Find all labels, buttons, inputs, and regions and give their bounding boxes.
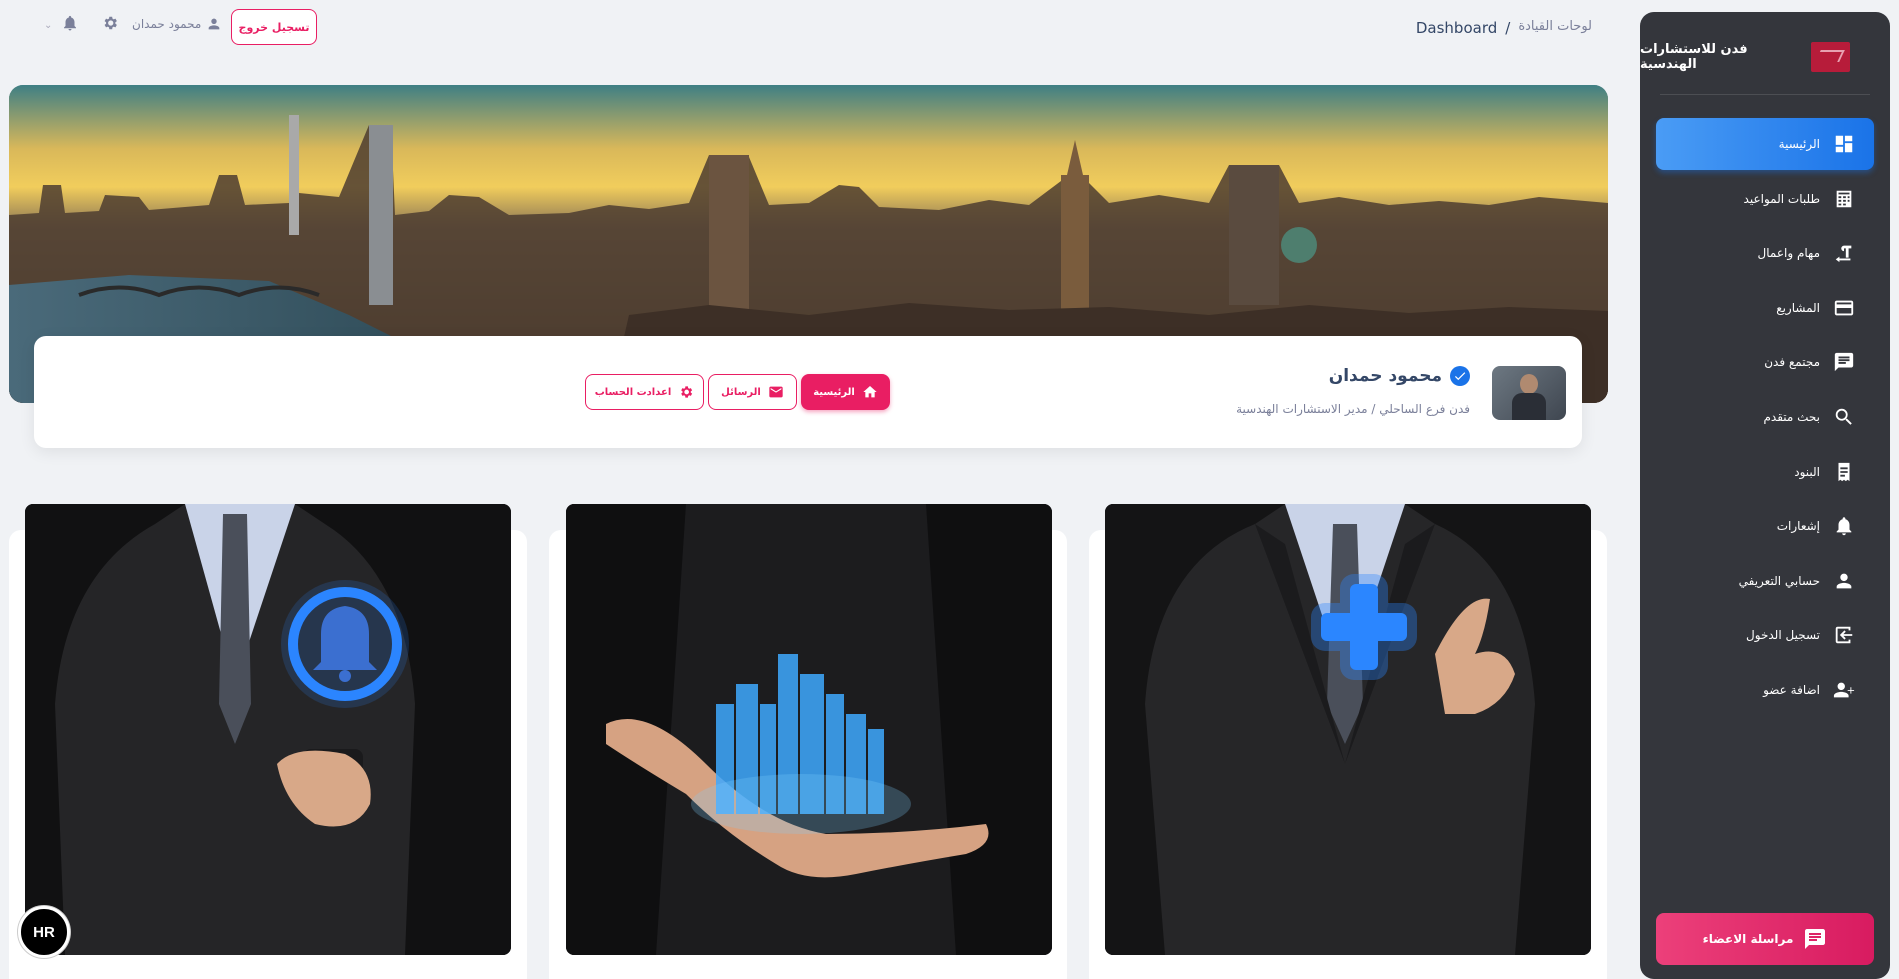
logout-button[interactable]: تسجيل خروج: [231, 9, 317, 45]
message-members-button[interactable]: مراسلة الاعضاء: [1656, 913, 1874, 965]
card-image-businessman-bell[interactable]: [25, 504, 511, 955]
sidebar-item-label: بحث متقدم: [1763, 409, 1820, 424]
sidebar-divider: [1660, 94, 1870, 95]
brand-logo: [1810, 42, 1850, 72]
verified-icon: [1450, 366, 1470, 386]
card-image-businessman-plus[interactable]: [1105, 504, 1591, 955]
chat-icon: [1832, 350, 1856, 374]
members-button-label: مراسلة الاعضاء: [1702, 932, 1794, 946]
sidebar-item-community[interactable]: مجتمع فدن: [1656, 336, 1874, 388]
gear-icon[interactable]: [101, 14, 119, 32]
home-icon: [863, 386, 877, 398]
messages-button[interactable]: الرسائل: [708, 374, 797, 410]
sidebar-item-label: المشاريع: [1776, 300, 1820, 315]
hr-logo-badge[interactable]: HR: [18, 906, 70, 958]
sidebar-item-items[interactable]: البنود: [1656, 446, 1874, 498]
login-icon: [1832, 623, 1856, 647]
sidebar-nav: الرئيسية طلبات المواعيد مهام واعمال المش…: [1656, 118, 1874, 719]
sidebar-item-add-member[interactable]: اضافة عضو: [1656, 664, 1874, 716]
sidebar-item-search[interactable]: بحث متقدم: [1656, 391, 1874, 443]
gear-icon: [681, 386, 693, 398]
sidebar: فدن للاستشارات الهندسية الرئيسية طلبات ا…: [1640, 12, 1890, 979]
sidebar-item-label: مهام واعمال: [1757, 246, 1820, 261]
home-button[interactable]: الرئيسية: [801, 374, 890, 410]
sidebar-item-label: حسابي التعريفي: [1738, 573, 1820, 588]
sidebar-item-home[interactable]: الرئيسية: [1656, 118, 1874, 170]
bell-icon: [1832, 514, 1856, 538]
sidebar-item-login[interactable]: تسجيل الدخول: [1656, 609, 1874, 661]
search-icon: [1832, 405, 1856, 429]
user-menu[interactable]: محمود حمدان: [132, 16, 222, 32]
sidebar-item-label: البنود: [1794, 464, 1820, 479]
breadcrumb-root[interactable]: لوحات القيادة: [1518, 19, 1592, 37]
account-settings-label: اعدادت الحساب: [594, 386, 672, 398]
sidebar-item-notifications[interactable]: إشعارات: [1656, 500, 1874, 552]
sidebar-item-label: الرئيسية: [1778, 137, 1820, 151]
chevron-down-icon[interactable]: ⌄: [44, 20, 52, 31]
sidebar-item-label: تسجيل الدخول: [1746, 628, 1820, 643]
account-settings-button[interactable]: اعدادت الحساب: [585, 374, 704, 410]
chat-icon: [1805, 929, 1826, 949]
dashboard-icon: [1832, 132, 1856, 156]
profile-name: محمود حمدان: [1328, 366, 1442, 386]
brand[interactable]: فدن للاستشارات الهندسية: [1640, 42, 1850, 72]
profile-name-row: محمود حمدان: [1329, 366, 1470, 386]
card-icon: [1832, 296, 1856, 320]
messages-button-label: الرسائل: [721, 386, 761, 398]
profile-card: محمود حمدان فدن فرع الساحلي / مدير الاست…: [34, 336, 1582, 448]
brand-name: فدن للاستشارات الهندسية: [1640, 42, 1748, 72]
sidebar-item-appointments[interactable]: طلبات المواعيد: [1656, 173, 1874, 225]
bell-icon[interactable]: [61, 14, 79, 32]
receipt-icon: [1832, 460, 1856, 484]
sidebar-item-label: طلبات المواعيد: [1743, 191, 1820, 206]
sidebar-item-tasks[interactable]: مهام واعمال: [1656, 227, 1874, 279]
tasks-icon: [1832, 241, 1856, 265]
user-name: محمود حمدان: [132, 17, 202, 31]
sidebar-item-profile[interactable]: حسابي التعريفي: [1656, 555, 1874, 607]
person-icon: [1832, 569, 1856, 593]
sidebar-item-label: مجتمع فدن: [1764, 355, 1820, 370]
avatar[interactable]: [1492, 366, 1566, 420]
sidebar-item-label: اضافة عضو: [1763, 682, 1820, 697]
breadcrumb-current: Dashboard: [1415, 19, 1498, 37]
profile-subtitle: فدن فرع الساحلي / مدير الاستشارات الهندس…: [1236, 402, 1470, 416]
card-image-hologram-city[interactable]: [566, 504, 1052, 955]
breadcrumb: Dashboard / لوحات القيادة: [1416, 19, 1592, 37]
person-icon: [208, 18, 220, 30]
breadcrumb-separator: /: [1505, 19, 1511, 37]
sidebar-item-label: إشعارات: [1776, 519, 1820, 534]
calendar-icon: [1832, 187, 1856, 211]
home-button-label: الرئيسية: [813, 386, 855, 398]
add-person-icon: [1832, 678, 1856, 702]
sidebar-item-projects[interactable]: المشاريع: [1656, 282, 1874, 334]
mail-icon: [769, 386, 783, 398]
